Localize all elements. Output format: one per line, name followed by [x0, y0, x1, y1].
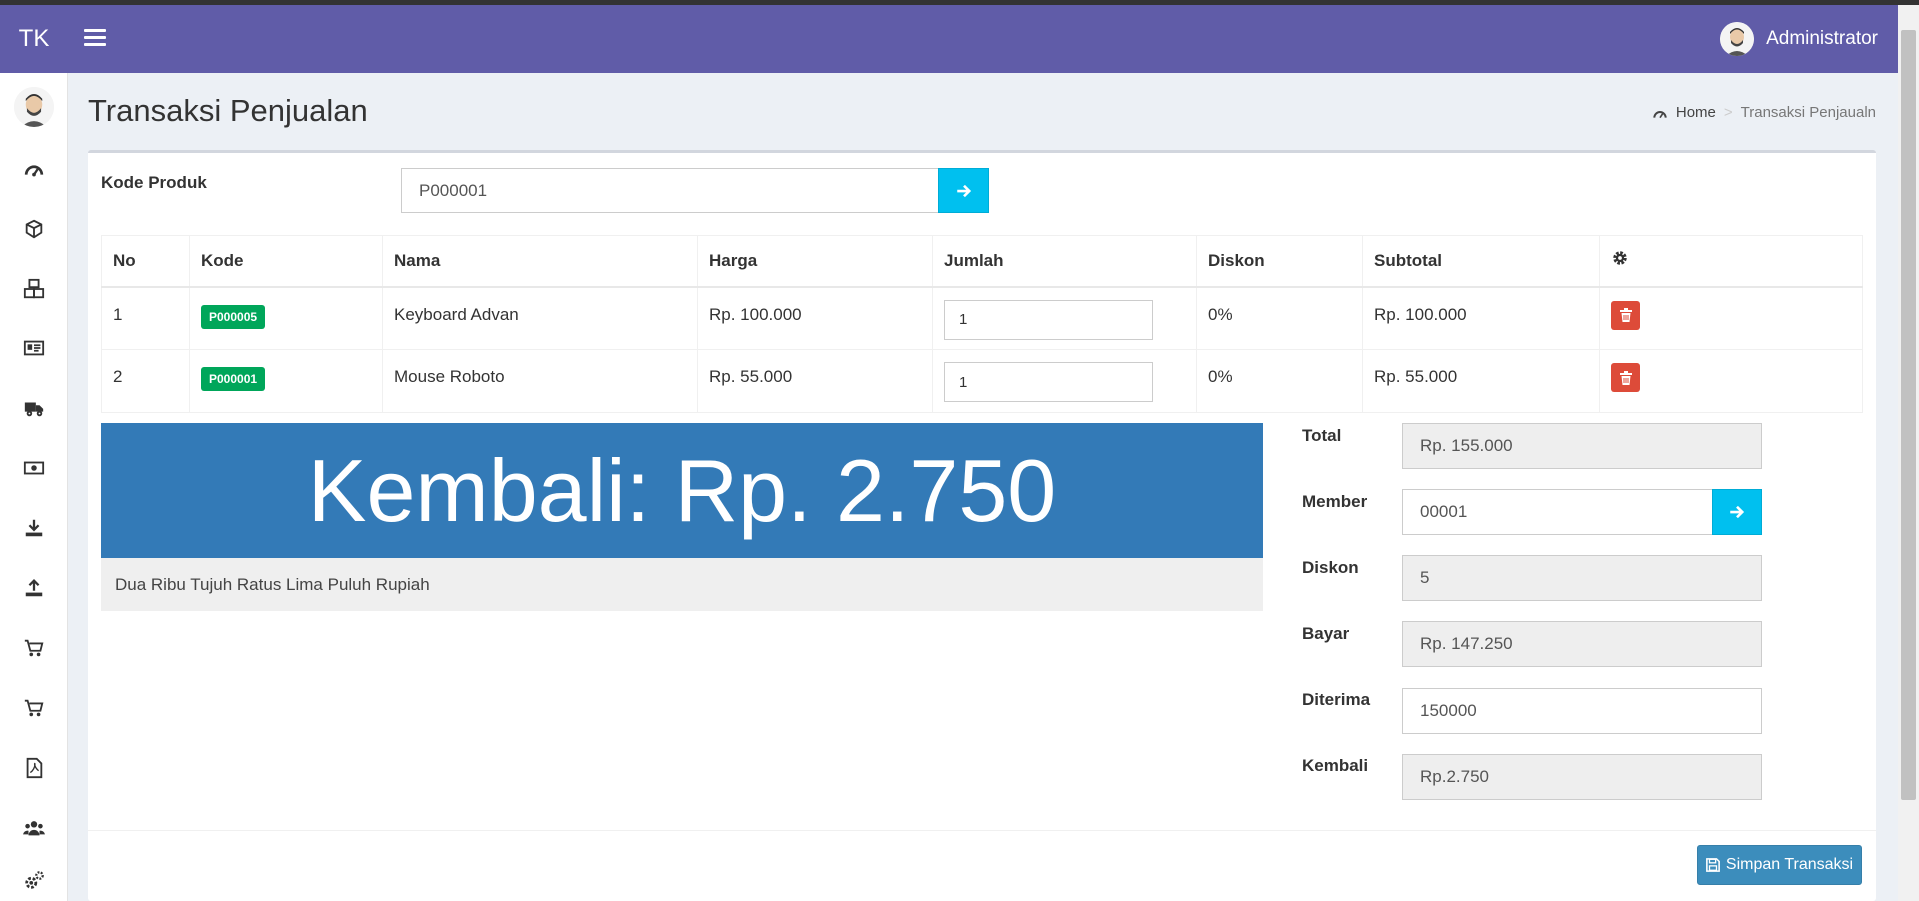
table-row: 2 P000001 Mouse Roboto Rp. 55.000 1 0% R…	[101, 349, 1863, 413]
page-title: Transaksi Penjualan	[88, 93, 368, 128]
cell-subtotal: Rp. 100.000	[1362, 286, 1600, 350]
arrow-right-icon	[956, 184, 971, 197]
change-display: Kembali: Rp. 2.750	[101, 423, 1263, 558]
arrow-right-icon	[1730, 505, 1745, 519]
product-code-input[interactable]: P000001	[401, 168, 939, 213]
breadcrumb-home[interactable]: Home	[1676, 104, 1716, 121]
transaction-box: Kode Produk P000001 No Kode Nama Harga J…	[88, 150, 1876, 901]
discount-label: Diskon	[1302, 558, 1359, 577]
pdf-icon[interactable]	[0, 753, 68, 783]
col-harga: Harga	[697, 235, 933, 288]
trash-icon	[1619, 370, 1632, 385]
cell-harga: Rp. 100.000	[697, 286, 933, 350]
top-navbar: TK Administrator	[0, 5, 1898, 73]
brand-logo[interactable]: TK	[0, 5, 68, 73]
money-icon[interactable]	[0, 453, 68, 483]
sidebar	[0, 73, 68, 901]
save-icon	[1705, 858, 1720, 872]
delete-item-button[interactable]	[1611, 300, 1640, 330]
download-icon[interactable]	[0, 513, 68, 543]
total-field: Rp. 155.000	[1402, 423, 1762, 469]
cart-icon[interactable]	[0, 693, 68, 723]
col-actions	[1599, 235, 1863, 288]
quantity-input[interactable]: 1	[944, 299, 1153, 340]
delete-item-button[interactable]	[1611, 363, 1640, 392]
save-transaction-label: Simpan Transaksi	[1725, 856, 1854, 873]
received-input[interactable]: 150000	[1402, 688, 1762, 734]
member-label: Member	[1302, 492, 1368, 511]
id-card-icon[interactable]	[0, 333, 68, 363]
cell-nama: Mouse Roboto	[382, 349, 698, 413]
table-header-row: No Kode Nama Harga Jumlah Diskon Subtota…	[101, 235, 1863, 288]
gear-icon	[1613, 251, 1627, 265]
user-name: Administrator	[1766, 28, 1878, 49]
member-search-button[interactable]	[1712, 489, 1762, 535]
table-row: 1 P000005 Keyboard Advan Rp. 100.000 1 0…	[101, 286, 1863, 350]
user-avatar	[1720, 22, 1755, 56]
breadcrumb-current: Transaksi Penjaualn	[1740, 104, 1876, 121]
col-subtotal: Subtotal	[1362, 235, 1600, 288]
pay-field: Rp. 147.250	[1402, 621, 1762, 667]
page-scrollbar[interactable]	[1898, 5, 1919, 901]
settings-icon[interactable]	[0, 866, 68, 896]
user-menu[interactable]: Administrator	[1720, 5, 1878, 73]
col-diskon: Diskon	[1196, 235, 1363, 288]
box-footer-divider	[88, 830, 1876, 831]
col-nama: Nama	[382, 235, 698, 288]
cart-table: No Kode Nama Harga Jumlah Diskon Subtota…	[101, 235, 1863, 413]
col-no: No	[101, 235, 190, 288]
box-icon[interactable]	[0, 214, 68, 244]
received-label: Diterima	[1302, 690, 1371, 709]
cell-nama: Keyboard Advan	[382, 286, 698, 350]
breadcrumb: Home > Transaksi Penjaualn	[1652, 104, 1876, 121]
cell-harga: Rp. 55.000	[697, 349, 933, 413]
change-label: Kembali	[1302, 756, 1369, 775]
change-field: Rp.2.750	[1402, 754, 1762, 800]
truck-icon[interactable]	[0, 393, 68, 423]
dashboard-icon[interactable]	[0, 155, 68, 185]
discount-field: 5	[1402, 555, 1762, 601]
quantity-input[interactable]: 1	[944, 362, 1153, 402]
cell-diskon: 0%	[1196, 286, 1363, 350]
upload-icon[interactable]	[0, 573, 68, 603]
member-input[interactable]: 00001	[1402, 489, 1713, 535]
users-icon[interactable]	[0, 813, 68, 843]
add-product-button[interactable]	[938, 168, 989, 213]
total-label: Total	[1302, 426, 1342, 445]
cart-icon[interactable]	[0, 633, 68, 663]
cell-diskon: 0%	[1196, 349, 1363, 413]
product-code-badge: P000005	[201, 304, 266, 329]
cell-no: 2	[101, 349, 190, 413]
save-transaction-button[interactable]: Simpan Transaksi	[1697, 845, 1862, 885]
breadcrumb-separator: >	[1723, 104, 1733, 121]
col-jumlah: Jumlah	[932, 235, 1197, 288]
change-in-words: Dua Ribu Tujuh Ratus Lima Puluh Rupiah	[101, 558, 1263, 611]
cell-no: 1	[101, 286, 190, 350]
product-code-badge: P000001	[201, 367, 266, 391]
cell-subtotal: Rp. 55.000	[1362, 349, 1600, 413]
boxes-icon[interactable]	[0, 274, 68, 304]
pay-label: Bayar	[1302, 624, 1350, 643]
trash-icon	[1619, 308, 1632, 322]
sidebar-avatar	[14, 87, 54, 127]
scrollbar-thumb[interactable]	[1901, 30, 1916, 800]
col-kode: Kode	[189, 235, 383, 288]
product-code-label: Kode Produk	[101, 173, 207, 192]
menu-toggle-icon[interactable]	[84, 29, 106, 49]
dashboard-icon	[1653, 110, 1667, 118]
